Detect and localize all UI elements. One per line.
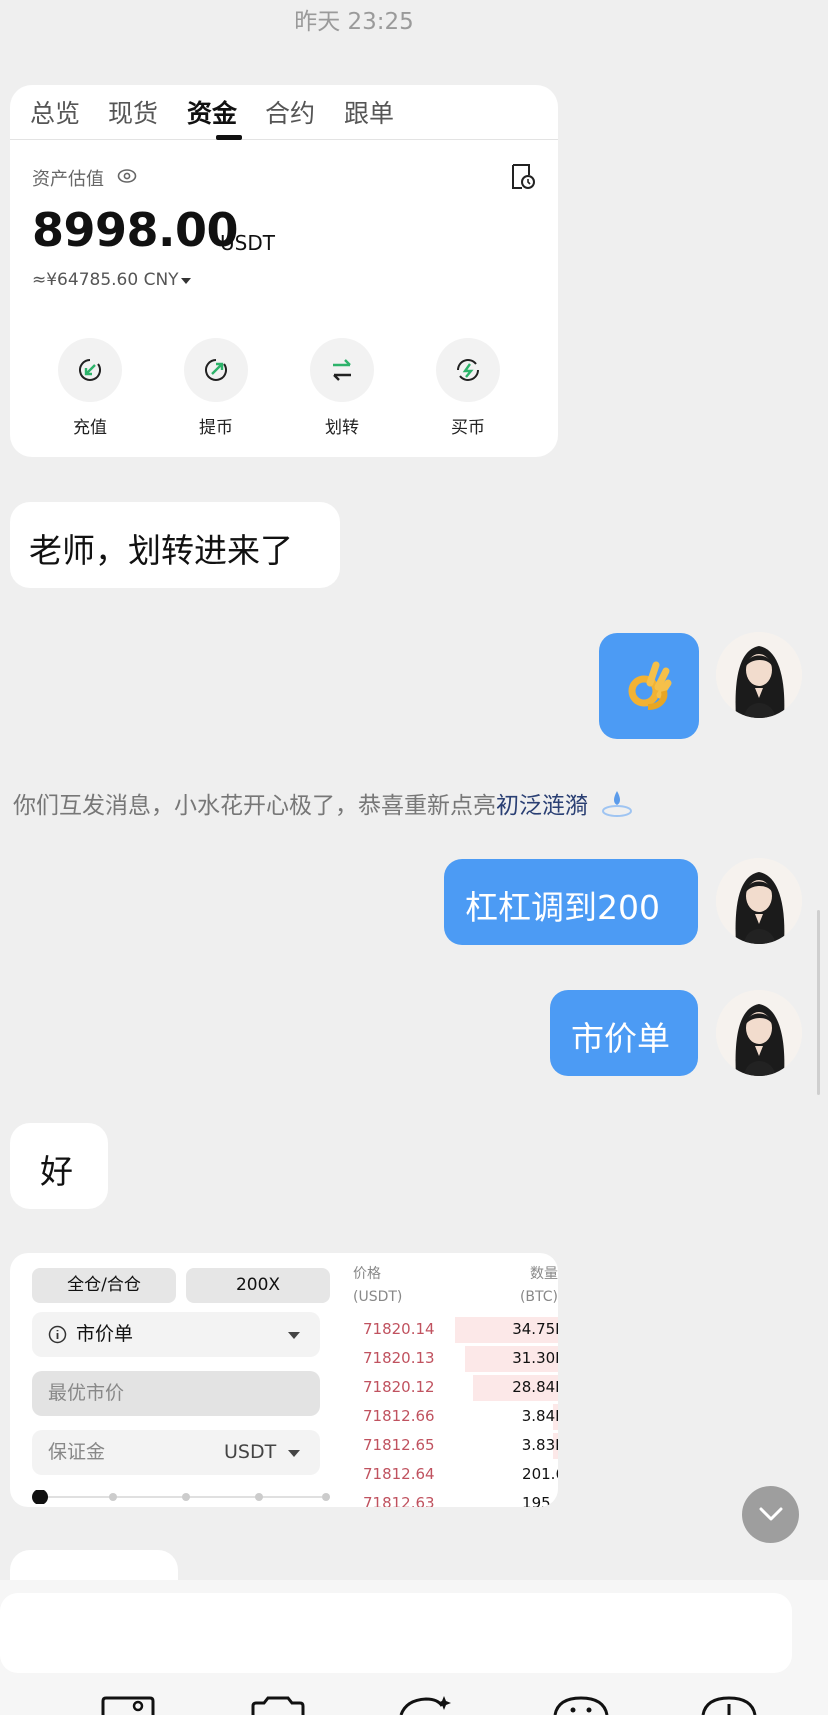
tab-funding[interactable]: 资金 <box>187 94 237 130</box>
avatar[interactable] <box>716 858 802 944</box>
system-notice-text: 你们互发消息，小水花开心极了，恭喜重新点亮 <box>13 793 496 819</box>
buy-coin-label: 买币 <box>451 418 485 438</box>
message-bubble-left[interactable]: 老师，划转进来了 <box>10 502 340 588</box>
message-bubble-right[interactable]: 杠杠调到200 <box>444 859 698 945</box>
ask-price: 71820.14 <box>363 1320 435 1338</box>
trade-screenshot-card[interactable]: 全仓/合仓 200X 市价单 最优市价 保证金 USDT 价格 (USDT) 数… <box>10 1253 558 1507</box>
asset-amount: 8998.00 <box>32 203 239 257</box>
orderbook-qty-header: 数量 (BTC) <box>520 1263 558 1309</box>
orderbook-price-header: 价格 (USDT) <box>353 1263 402 1309</box>
ask-qty: 3.83K <box>521 1436 558 1454</box>
message-text: 好 <box>40 1152 73 1191</box>
asset-estimate-label: 资产估值 <box>32 169 104 190</box>
asset-tabs: 总览 现货 资金 合约 跟单 <box>10 85 558 140</box>
message-bubble-right[interactable]: 市价单 <box>550 990 698 1076</box>
plus-icon[interactable] <box>700 1696 758 1715</box>
tab-futures[interactable]: 合约 <box>265 94 315 130</box>
emoji-icon[interactable] <box>552 1696 610 1715</box>
asset-unit: USDT <box>220 231 275 255</box>
sparkle-icon[interactable] <box>398 1694 456 1715</box>
orderbook-row[interactable]: 71812.64 201.6 <box>347 1462 558 1491</box>
tab-spot[interactable]: 现货 <box>108 94 158 130</box>
info-icon <box>48 1325 67 1344</box>
ask-qty: 3.84K <box>521 1407 558 1425</box>
ask-qty: 31.30K <box>512 1349 558 1367</box>
system-notice-highlight[interactable]: 初泛涟漪 <box>496 793 588 819</box>
ask-price: 71812.63 <box>363 1494 435 1507</box>
deposit-icon <box>79 359 101 381</box>
ok-hand-emoji <box>628 661 672 710</box>
user-avatar-image <box>716 632 802 718</box>
ask-qty: 28.84K <box>512 1378 558 1396</box>
message-text: 杠杠调到200 <box>465 888 660 927</box>
ask-price: 71812.64 <box>363 1465 435 1483</box>
avatar[interactable] <box>716 990 802 1076</box>
transfer-icon <box>333 359 351 381</box>
cny-value: ≈¥64785.60 CNY <box>32 270 179 290</box>
chevron-down-icon[interactable] <box>288 1450 300 1457</box>
ask-price: 71820.12 <box>363 1378 435 1396</box>
orderbook-row[interactable]: 71820.13 31.30K <box>347 1346 558 1375</box>
qty-header-label: 数量 <box>530 1266 558 1282</box>
transfer-button[interactable] <box>310 338 374 402</box>
asset-screenshot-card[interactable]: 总览 现货 资金 合约 跟单 资产估值 8998.00 USDT ≈¥64785… <box>10 85 558 457</box>
deposit-label: 充值 <box>73 418 107 438</box>
ask-qty: 201.6 <box>522 1465 558 1483</box>
order-type-value: 市价单 <box>76 1323 134 1345</box>
message-text: 老师，划转进来了 <box>29 531 293 570</box>
deposit-button[interactable] <box>58 338 122 402</box>
margin-label: 保证金 <box>48 1441 106 1463</box>
currency-dropdown-icon[interactable] <box>181 278 191 284</box>
user-avatar-image <box>716 990 802 1076</box>
tab-copy-trading[interactable]: 跟单 <box>344 94 394 130</box>
image-icon[interactable] <box>100 1696 156 1715</box>
margin-field[interactable]: 保证金 USDT <box>32 1430 320 1475</box>
records-icon[interactable] <box>510 163 536 191</box>
buy-coin-button[interactable] <box>436 338 500 402</box>
order-type-select[interactable]: 市价单 <box>32 1312 320 1357</box>
avatar[interactable] <box>716 632 802 718</box>
ask-qty: 34.75K <box>512 1320 558 1338</box>
orderbook-row[interactable]: 71820.12 28.84K <box>347 1375 558 1404</box>
chevron-down-icon <box>759 1507 783 1521</box>
margin-unit: USDT <box>224 1441 277 1463</box>
orderbook-row[interactable]: 71812.65 3.83K <box>347 1433 558 1462</box>
leverage-button[interactable]: 200X <box>186 1268 330 1303</box>
margin-slider[interactable] <box>32 1490 332 1504</box>
orderbook-row[interactable]: 71820.14 34.75K <box>347 1317 558 1346</box>
price-placeholder: 最优市价 <box>48 1382 125 1404</box>
message-bubble-right[interactable] <box>599 633 699 739</box>
timestamp: 昨天 23:25 <box>294 9 414 35</box>
message-bubble-left[interactable]: 好 <box>10 1123 108 1209</box>
message-text: 市价单 <box>571 1019 670 1058</box>
water-drop-icon <box>602 791 633 817</box>
ask-price: 71812.66 <box>363 1407 435 1425</box>
ask-price: 71820.13 <box>363 1349 435 1367</box>
active-tab-indicator <box>216 135 242 140</box>
scroll-to-bottom-button[interactable] <box>742 1486 799 1543</box>
withdraw-label: 提币 <box>199 418 233 438</box>
ask-price: 71812.65 <box>363 1436 435 1454</box>
transfer-label: 划转 <box>325 418 359 438</box>
buy-coin-icon <box>457 359 479 381</box>
withdraw-icon <box>205 359 227 381</box>
tab-overview[interactable]: 总览 <box>30 94 80 130</box>
user-avatar-image <box>716 858 802 944</box>
camera-icon[interactable] <box>250 1696 306 1715</box>
price-header-unit: (USDT) <box>353 1289 403 1305</box>
withdraw-button[interactable] <box>184 338 248 402</box>
orderbook-row[interactable]: 71812.66 3.84K <box>347 1404 558 1433</box>
message-input[interactable] <box>0 1593 792 1673</box>
qty-header-unit: (BTC) <box>519 1289 558 1305</box>
margin-mode-button[interactable]: 全仓/合仓 <box>32 1268 176 1303</box>
eye-icon[interactable] <box>116 165 138 187</box>
orderbook-row[interactable]: 71812.63 195.1 <box>347 1491 558 1507</box>
scrollbar[interactable] <box>817 910 820 1095</box>
ask-qty: 195.1 <box>522 1494 558 1507</box>
chevron-down-icon <box>288 1332 300 1339</box>
system-notice: 你们互发消息，小水花开心极了，恭喜重新点亮初泛涟漪 <box>13 786 633 820</box>
price-field[interactable]: 最优市价 <box>32 1371 320 1416</box>
price-header-label: 价格 <box>353 1266 381 1282</box>
